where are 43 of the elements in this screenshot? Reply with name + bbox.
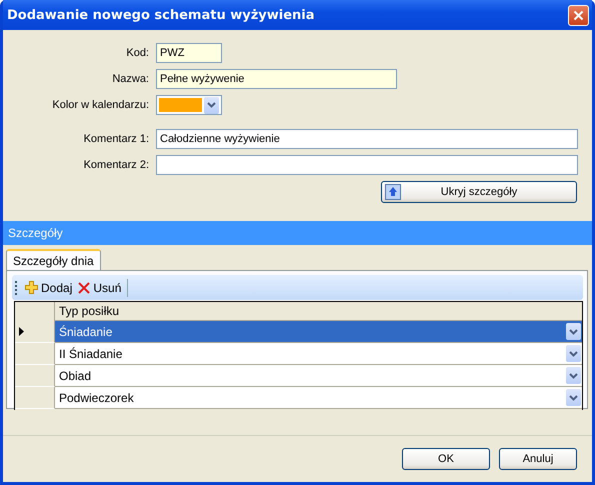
cell-text: Podwieczorek: [59, 390, 134, 404]
chevron-down-icon: [569, 328, 578, 334]
table-cell[interactable]: Obiad: [55, 365, 582, 387]
name-field[interactable]: Pełne wyżywenie: [156, 69, 397, 89]
comment-field[interactable]: Całodzienne wyżywienie: [156, 129, 578, 149]
field-label: Kod:: [125, 47, 149, 59]
dropdown-button[interactable]: [566, 389, 581, 406]
table-cell[interactable]: Śniadanie: [55, 321, 582, 343]
cell-text: Obiad: [59, 368, 92, 382]
dropdown-button[interactable]: [566, 367, 581, 384]
tab[interactable]: Szczegóły dnia: [6, 249, 101, 270]
close-button[interactable]: [568, 4, 589, 26]
dropdown-button[interactable]: [204, 96, 219, 114]
ok-button[interactable]: OK: [402, 448, 490, 470]
field-label: Komentarz 1:: [82, 133, 149, 145]
chevron-down-icon: [569, 372, 578, 378]
cell-text: II Śniadanie: [59, 346, 122, 360]
add-button[interactable]: Dodaj: [25, 280, 72, 294]
color-picker[interactable]: [156, 95, 222, 115]
section-header: Szczegóły: [3, 221, 592, 245]
comment-field[interactable]: [156, 155, 578, 175]
chevron-down-icon: [569, 394, 578, 400]
chevron-down-icon: [207, 102, 216, 108]
table-cell[interactable]: II Śniadanie: [55, 343, 582, 365]
dropdown-button[interactable]: [566, 323, 581, 340]
x-icon: [78, 282, 90, 294]
code-field[interactable]: PWZ: [156, 43, 222, 63]
field-label: Kolor w kalendarzu:: [51, 99, 149, 111]
table-cell[interactable]: Podwieczorek: [55, 387, 582, 409]
dropdown-button[interactable]: [566, 345, 581, 362]
hide-details-button[interactable]: Ukryj szczegóły: [381, 181, 577, 203]
window-title: Dodawanie nowego schematu wyżywienia: [7, 8, 315, 22]
delete-button[interactable]: Usuń: [78, 280, 122, 294]
field-label: Nazwa:: [111, 73, 149, 85]
plus-icon: [25, 281, 38, 294]
current-row-icon: [19, 327, 24, 336]
close-icon: [573, 10, 584, 20]
cancel-button[interactable]: Anuluj: [499, 448, 577, 470]
cell-text: Śniadanie: [59, 324, 112, 338]
grip-icon: [15, 280, 19, 294]
field-label: Komentarz 2:: [82, 159, 149, 171]
chevron-down-icon: [569, 350, 578, 356]
arrow-up-icon: [385, 184, 401, 200]
